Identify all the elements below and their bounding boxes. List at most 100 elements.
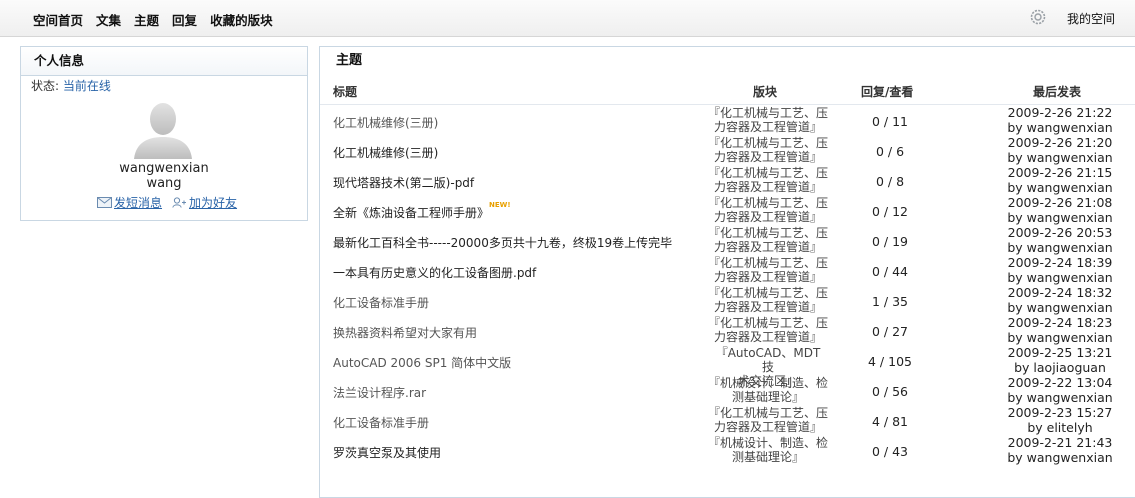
my-space-link[interactable]: 我的空间 (1067, 10, 1115, 27)
header-board: 版块 (753, 85, 778, 99)
board-link[interactable]: 『化工机械与工艺、压 力容器及工程管道』 (708, 166, 828, 194)
table-row: 最新化工百科全书-----20000多页共十九卷，终极19卷上传完毕 『化工机械与… (320, 225, 1135, 256)
last-post-time: 2009-2-24 18:23 (1007, 315, 1113, 330)
board-name-line1: 『化工机械与工艺、压 (708, 226, 829, 240)
header-title: 标题 (333, 85, 358, 99)
table-row: 一本具有历史意义的化工设备图册.pdf 『化工机械与工艺、压 力容器及工程管道』 0 … (320, 255, 1135, 286)
nav-articles[interactable]: 文集 (96, 10, 121, 29)
last-post-time: 2009-2-24 18:39 (1007, 255, 1113, 270)
topic-title-link[interactable]: 罗茨真空泵及其使用 (333, 444, 441, 461)
topic-title-link[interactable]: 最新化工百科全书-----20000多页共十九卷，终极19卷上传完毕 (333, 234, 672, 251)
table-row: 罗茨真空泵及其使用 『机械设计、制造、检 测基础理论』 0 / 43 2009-2-21… (320, 435, 1135, 466)
board-name-line1: 『化工机械与工艺、压 (708, 136, 829, 150)
topic-title-link[interactable]: 一本具有历史意义的化工设备图册.pdf (333, 264, 536, 281)
last-post-author[interactable]: by wangwenxian (980, 270, 1135, 286)
last-post-time: 2009-2-26 21:08 (1007, 195, 1113, 210)
topic-title-link[interactable]: 全新《炼油设备工程师手册》 (333, 204, 489, 221)
reply-view-count: 0 / 43 (871, 444, 909, 459)
last-post-info: 2009-2-24 18:23 by wangwenxian (980, 315, 1135, 346)
board-link[interactable]: 『化工机械与工艺、压 力容器及工程管道』 (708, 106, 828, 134)
username: wangwenxian (119, 161, 209, 176)
last-post-author[interactable]: by wangwenxian (980, 120, 1135, 136)
header-last-post: 最后发表 (1033, 85, 1082, 99)
last-post-info: 2009-2-26 21:08 by wangwenxian (980, 195, 1135, 226)
board-name-line1: 『化工机械与工艺、压 (708, 196, 829, 210)
topic-title-link[interactable]: 现代塔器技术(第二版)-pdf (333, 174, 474, 191)
last-post-author[interactable]: by wangwenxian (980, 330, 1135, 346)
reply-view-count: 0 / 8 (875, 174, 905, 189)
topic-title-link[interactable]: 化工机械维修(三册) (333, 114, 438, 131)
send-message-label: 发短消息 (114, 196, 163, 210)
last-post-author[interactable]: by wangwenxian (980, 240, 1135, 256)
last-post-author[interactable]: by elitelyh (980, 420, 1135, 436)
topic-title-link[interactable]: 换热器资料希望对大家有用 (333, 324, 477, 341)
send-message-link[interactable]: 发短消息 (97, 194, 162, 211)
board-link[interactable]: 『化工机械与工艺、压 力容器及工程管道』 (708, 316, 828, 344)
last-post-author[interactable]: by wangwenxian (980, 210, 1135, 226)
last-post-info: 2009-2-26 21:20 by wangwenxian (980, 135, 1135, 166)
topics-panel-title: 主题 (320, 47, 1135, 75)
board-name-line1: 『化工机械与工艺、压 (708, 256, 829, 270)
last-post-author[interactable]: by wangwenxian (980, 150, 1135, 166)
board-link[interactable]: 『化工机械与工艺、压 力容器及工程管道』 (708, 226, 828, 254)
top-nav-bar: 空间首页 文集 主题 回复 收藏的版块 我的空间 (0, 0, 1135, 37)
nav-replies[interactable]: 回复 (172, 10, 197, 29)
table-row: 换热器资料希望对大家有用 『化工机械与工艺、压 力容器及工程管道』 0 / 27 200… (320, 315, 1135, 346)
last-post-time: 2009-2-26 21:20 (1007, 135, 1113, 150)
topic-title-link[interactable]: 化工设备标准手册 (333, 414, 429, 431)
table-row: 全新《炼油设备工程师手册》 NEW! 『化工机械与工艺、压 力容器及工程管道』 0 / … (320, 195, 1135, 226)
status-online-link[interactable]: 当前在线 (63, 79, 111, 93)
gear-icon[interactable] (1030, 9, 1046, 25)
reply-view-count: 0 / 27 (871, 324, 909, 339)
board-name-line2: 力容器及工程管道』 (713, 300, 822, 314)
board-link[interactable]: 『机械设计、制造、检 测基础理论』 (708, 376, 828, 404)
topic-title-link[interactable]: 化工机械维修(三册) (333, 144, 438, 161)
nav-favorite-boards[interactable]: 收藏的版块 (210, 10, 273, 29)
topic-title-link[interactable]: 法兰设计程序.rar (333, 384, 426, 401)
profile-panel-title: 个人信息 (21, 47, 307, 76)
topic-title-link[interactable]: AutoCAD 2006 SP1 简体中文版 (333, 354, 511, 371)
last-post-time: 2009-2-25 13:21 (1007, 345, 1113, 360)
nav-topics[interactable]: 主题 (134, 10, 159, 29)
last-post-author[interactable]: by laojiaoguan (980, 360, 1135, 376)
last-post-time: 2009-2-22 13:04 (1007, 375, 1113, 390)
last-post-time: 2009-2-24 18:32 (1007, 285, 1113, 300)
last-post-author[interactable]: by wangwenxian (980, 300, 1135, 316)
board-link[interactable]: 『化工机械与工艺、压 力容器及工程管道』 (708, 136, 828, 164)
reply-view-count: 0 / 19 (871, 234, 909, 249)
board-link[interactable]: 『化工机械与工艺、压 力容器及工程管道』 (708, 196, 828, 224)
table-row: 化工机械维修(三册) 『化工机械与工艺、压 力容器及工程管道』 0 / 11 2009-… (320, 105, 1135, 136)
topic-title-link[interactable]: 化工设备标准手册 (333, 294, 429, 311)
reply-view-count: 1 / 35 (871, 294, 909, 309)
last-post-time: 2009-2-26 20:53 (1007, 225, 1113, 240)
board-name-line2: 力容器及工程管道』 (713, 120, 822, 134)
board-name-line2: 测基础理论』 (731, 450, 804, 464)
reply-view-count: 0 / 12 (871, 204, 909, 219)
board-name-line1: 『机械设计、制造、检 (708, 376, 829, 390)
last-post-author[interactable]: by wangwenxian (980, 180, 1135, 196)
last-post-author[interactable]: by wangwenxian (980, 390, 1135, 406)
board-name-line1: 『化工机械与工艺、压 (708, 406, 829, 420)
board-name-line1: 『AutoCAD、MDT 技 (715, 346, 821, 374)
last-post-time: 2009-2-23 15:27 (1007, 405, 1113, 420)
table-row: 化工设备标准手册 『化工机械与工艺、压 力容器及工程管道』 4 / 81 2009-2-… (320, 405, 1135, 436)
board-link[interactable]: 『化工机械与工艺、压 力容器及工程管道』 (708, 286, 828, 314)
new-badge: NEW! (489, 201, 511, 209)
last-post-info: 2009-2-21 21:43 by wangwenxian (980, 435, 1135, 466)
avatar-silhouette (134, 103, 192, 159)
last-post-author[interactable]: by wangwenxian (980, 450, 1135, 466)
profile-panel: 个人信息 状态: 当前在线 wangwenxian wang 发短消息 加为好友 (20, 46, 308, 221)
reply-view-count: 0 / 6 (875, 144, 905, 159)
board-link[interactable]: 『机械设计、制造、检 测基础理论』 (708, 436, 828, 464)
board-name-line1: 『机械设计、制造、检 (708, 436, 829, 450)
board-link[interactable]: 『化工机械与工艺、压 力容器及工程管道』 (708, 256, 828, 284)
add-friend-link[interactable]: 加为好友 (172, 194, 237, 211)
reply-view-count: 4 / 105 (868, 354, 912, 369)
last-post-info: 2009-2-23 15:27 by elitelyh (980, 405, 1135, 436)
nav-space-home[interactable]: 空间首页 (33, 10, 83, 29)
last-post-info: 2009-2-24 18:32 by wangwenxian (980, 285, 1135, 316)
last-post-info: 2009-2-26 20:53 by wangwenxian (980, 225, 1135, 256)
envelope-icon (97, 197, 112, 208)
add-friend-icon (172, 197, 187, 208)
board-link[interactable]: 『化工机械与工艺、压 力容器及工程管道』 (708, 406, 828, 434)
